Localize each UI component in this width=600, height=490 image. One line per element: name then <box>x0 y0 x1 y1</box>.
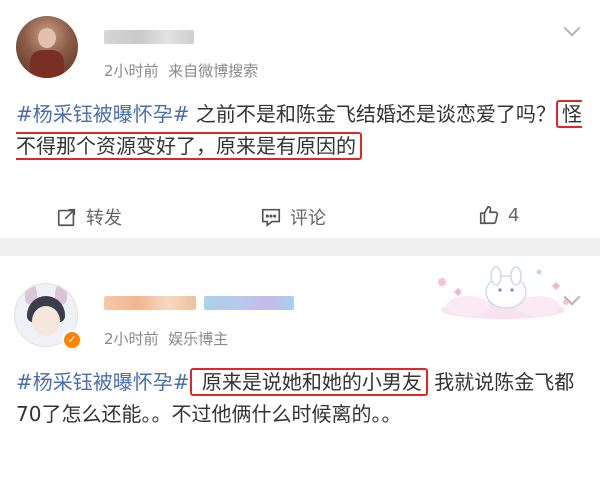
hashtag-link[interactable]: #杨采钰被曝怀孕# <box>16 370 190 394</box>
post-separator <box>0 238 600 256</box>
like-button[interactable]: 4 <box>478 204 519 226</box>
repost-icon <box>57 208 76 227</box>
repost-button[interactable]: 转发 <box>56 204 122 230</box>
post-body: #杨采钰被曝怀孕# 之前不是和陈金飞结婚还是谈恋爱了吗？ 怪不得那个资源变好了，原… <box>16 98 588 162</box>
post-source: 来自微博搜索 <box>168 62 259 80</box>
comment-icon <box>261 208 281 227</box>
username-redacted[interactable] <box>104 296 196 310</box>
post-text: 之前不是和陈金飞结婚还是谈恋爱了吗？ <box>189 102 556 126</box>
avatar[interactable] <box>16 16 78 78</box>
user-badge-redacted <box>204 296 294 310</box>
avatar-face <box>38 28 56 48</box>
username-redacted[interactable] <box>104 30 194 44</box>
highlighted-text: 原来是说她和她的小男友 <box>189 368 428 396</box>
post-source: 娱乐博主 <box>168 330 229 348</box>
like-icon <box>479 205 499 225</box>
post-time: 2小时前 <box>104 330 159 348</box>
post-time: 2小时前 <box>104 62 159 80</box>
avatar-face <box>32 306 60 336</box>
like-count: 4 <box>508 204 520 226</box>
card-decoration <box>438 266 569 319</box>
post-body: #杨采钰被曝怀孕# 原来是说她和她的小男友 我就说陈金飞都70了怎么还能。。不过… <box>16 366 588 430</box>
post-card: 2小时前 来自微博搜索 #杨采钰被曝怀孕# 之前不是和陈金飞结婚还是谈恋爱了吗？… <box>0 0 600 238</box>
verified-badge-icon: ✓ <box>62 330 82 350</box>
action-bar: 转发 评论 4 <box>0 198 600 234</box>
post-meta: 2小时前 娱乐博主 <box>104 328 228 349</box>
comment-label: 评论 <box>290 208 326 229</box>
post-meta: 2小时前 来自微博搜索 <box>104 60 258 81</box>
avatar-figure <box>30 50 64 78</box>
hashtag-link[interactable]: #杨采钰被曝怀孕# <box>16 102 190 126</box>
comment-button[interactable]: 评论 <box>260 204 326 230</box>
chevron-down-icon[interactable] <box>563 19 581 37</box>
repost-label: 转发 <box>86 208 122 229</box>
